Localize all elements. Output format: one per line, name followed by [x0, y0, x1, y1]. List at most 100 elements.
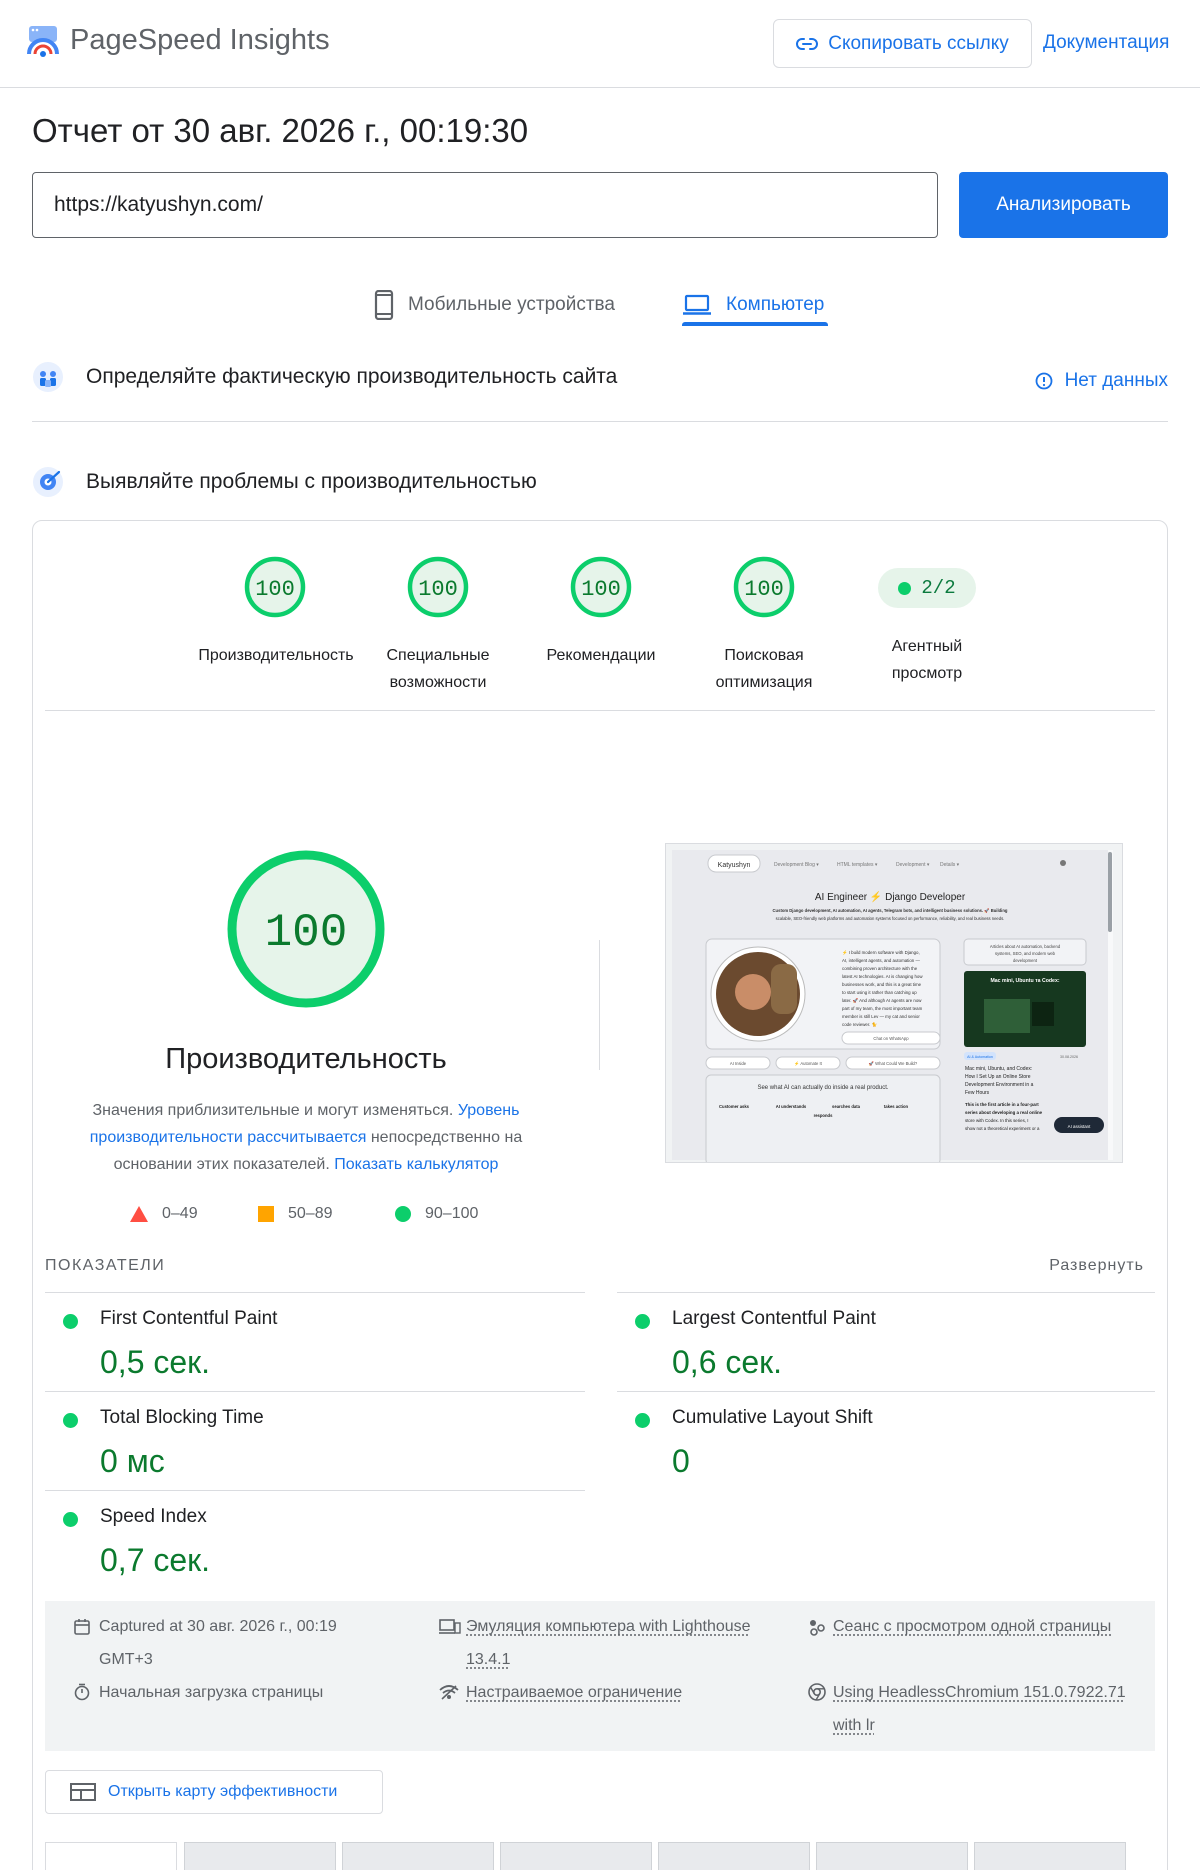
browser-info[interactable]: Using HeadlessChromium 151.0.7922.71 wit… — [833, 1676, 1126, 1742]
gauge-best-practices[interactable]: 100 Рекомендации — [521, 555, 681, 669]
average-square-icon — [258, 1206, 274, 1222]
svg-text:🚀 What Could We Build?: 🚀 What Could We Build? — [869, 1061, 918, 1066]
page-screenshot-image: Katyushyn Development Blog ▾ HTML templa… — [672, 850, 1113, 1162]
svg-text:latest AI technologies. AI is: latest AI technologies. AI is changing h… — [842, 974, 923, 979]
gauge-label: Производительность — [198, 647, 354, 664]
score-ring: 100 — [733, 556, 795, 618]
treemap-icon — [70, 1783, 96, 1801]
pass-circle-icon — [395, 1206, 411, 1222]
pass-dot-icon — [63, 1512, 78, 1527]
filmstrip-frame — [184, 1842, 336, 1870]
legend-average-label: 50–89 — [288, 1205, 333, 1222]
gauge-agentic[interactable]: Агентный просмотр — [847, 623, 1007, 687]
gauge-label: Специальные возможности — [386, 647, 490, 691]
svg-text:AI understands: AI understands — [776, 1104, 807, 1109]
show-calculator-link[interactable]: Показать калькулятор — [334, 1156, 498, 1173]
gauge-label: Агентный просмотр — [891, 638, 963, 682]
metric-divider — [45, 1292, 585, 1293]
captured-at: Captured at 30 авг. 2026 г., 00:19 GMT+3 — [99, 1618, 337, 1668]
svg-text:HTML templates ▾: HTML templates ▾ — [837, 862, 878, 868]
svg-text:responds: responds — [814, 1113, 834, 1118]
svg-text:Articles about AI automation,: Articles about AI automation, backend — [990, 944, 1061, 949]
desktop-devices-icon — [439, 1619, 461, 1634]
copy-link-button[interactable]: Скопировать ссылку — [773, 19, 1032, 68]
svg-text:AI, intelligent agents, and au: AI, intelligent agents, and automation — — [842, 958, 920, 963]
metric-value: 0,7 сек. — [100, 1542, 211, 1578]
url-input[interactable] — [32, 172, 938, 238]
svg-text:AI & Automation: AI & Automation — [967, 1055, 993, 1059]
lab-data-section: Выявляйте проблемы с производительностью — [32, 466, 1168, 498]
stopwatch-icon — [74, 1683, 90, 1701]
legend-pass-label: 90–100 — [425, 1205, 479, 1222]
gauges-divider — [45, 710, 1155, 711]
analyze-button[interactable]: Анализировать — [959, 172, 1168, 238]
tab-mobile-label: Мобильные устройства — [408, 294, 615, 315]
final-screenshot[interactable]: Katyushyn Development Blog ▾ HTML templa… — [665, 843, 1123, 1163]
svg-text:later. 🚀 And although AI agen: later. 🚀 And although AI agents are now — [842, 998, 922, 1003]
pass-dot-icon — [63, 1314, 78, 1329]
lighthouse-diagnose-icon — [33, 467, 63, 497]
svg-text:to start using it rather than: to start using it rather than catching u… — [842, 990, 917, 995]
emulation-info[interactable]: Эмуляция компьютера with Lighthouse 13.4… — [466, 1610, 751, 1676]
metric-divider — [617, 1292, 1155, 1293]
legend-fail: 0–49 — [130, 1205, 198, 1223]
link-icon — [796, 37, 819, 50]
svg-text:Development ▾: Development ▾ — [896, 862, 930, 868]
filmstrip-frame — [500, 1842, 652, 1870]
active-tab-indicator — [682, 322, 828, 326]
svg-text:100: 100 — [744, 577, 784, 602]
svg-text:This is the first article in a: This is the first article in a four-part — [965, 1102, 1039, 1107]
metric-name: Largest Contentful Paint — [672, 1308, 876, 1329]
svg-text:AI Inside: AI Inside — [730, 1061, 747, 1066]
laptop-icon — [683, 294, 711, 315]
legend-fail-label: 0–49 — [162, 1205, 198, 1222]
filmstrip-frame — [974, 1842, 1126, 1870]
smartphone-icon — [374, 290, 394, 320]
svg-text:100: 100 — [581, 577, 621, 602]
metric-cls: Cumulative Layout Shift 0 — [617, 1407, 1117, 1487]
no-data-label: Нет данных — [1064, 370, 1168, 391]
documentation-link[interactable]: Документация — [1043, 32, 1169, 54]
open-treemap-button[interactable]: Открыть карту эффективности — [45, 1770, 383, 1814]
filmstrip-frame — [816, 1842, 968, 1870]
expand-metrics-toggle[interactable]: Развернуть — [1049, 1257, 1144, 1275]
agentic-badge[interactable]: 2/2 — [878, 568, 976, 608]
gauge-accessibility[interactable]: 100 Специальные возможности — [358, 555, 518, 696]
svg-text:Chat on WhatsApp: Chat on WhatsApp — [873, 1036, 909, 1041]
metric-divider — [45, 1490, 585, 1491]
svg-text:Mac mini, Ubuntu, and Codex:: Mac mini, Ubuntu, and Codex: — [965, 1066, 1032, 1072]
score-ring: 100 — [570, 556, 632, 618]
network-signal-icon — [439, 1685, 459, 1700]
svg-text:Development Environment in a: Development Environment in a — [965, 1082, 1034, 1088]
gauge-performance[interactable]: 100 Производительность — [195, 555, 355, 669]
pagespeed-logo-icon — [27, 26, 59, 57]
throttling-info[interactable]: Настраиваемое ограничение — [466, 1676, 682, 1709]
fail-triangle-icon — [130, 1206, 148, 1222]
svg-text:Customer asks: Customer asks — [719, 1104, 750, 1109]
lab-data-title: Выявляйте проблемы с производительностью — [86, 470, 537, 493]
metric-divider — [617, 1391, 1155, 1392]
app-title: PageSpeed Insights — [70, 24, 330, 56]
svg-text:See what AI can actually do in: See what AI can actually do inside a rea… — [757, 1085, 888, 1091]
svg-text:part of my team, the most impo: part of my team, the most important team — [842, 1006, 923, 1011]
legend-average: 50–89 — [258, 1205, 333, 1223]
gauge-label: Поисковая оптимизация — [715, 647, 813, 691]
calendar-icon — [74, 1619, 90, 1635]
gauge-seo[interactable]: 100 Поисковая оптимизация — [684, 555, 844, 696]
svg-text:member is still Lev — my cat a: member is still Lev — my cat and senior — [842, 1014, 920, 1019]
svg-text:scalable, SEO-friendly web pla: scalable, SEO-friendly web platforms and… — [776, 916, 1005, 921]
svg-text:AI assistant: AI assistant — [1068, 1124, 1091, 1129]
vertical-divider — [599, 940, 600, 1070]
svg-text:show not a theoretical experim: show not a theoretical experiment or a — [965, 1126, 1040, 1131]
session-info[interactable]: Сеанс с просмотром одной страницы — [833, 1610, 1111, 1643]
metrics-header: ПОКАЗАТЕЛИ — [45, 1257, 166, 1274]
metric-name: Cumulative Layout Shift — [672, 1407, 873, 1428]
metric-fcp: First Contentful Paint 0,5 сек. — [45, 1308, 545, 1388]
filmstrip-frame — [342, 1842, 494, 1870]
svg-text:combining proven architecture: combining proven architecture with the — [842, 966, 918, 971]
metric-name: Total Blocking Time — [100, 1407, 264, 1428]
svg-text:Custom Django development, AI: Custom Django development, AI automation… — [773, 908, 1008, 913]
tab-mobile[interactable]: Мобильные устройства — [374, 280, 615, 330]
no-data-status[interactable]: Нет данных — [1035, 370, 1168, 392]
svg-text:series about developing a real: series about developing a real online — [965, 1110, 1043, 1115]
